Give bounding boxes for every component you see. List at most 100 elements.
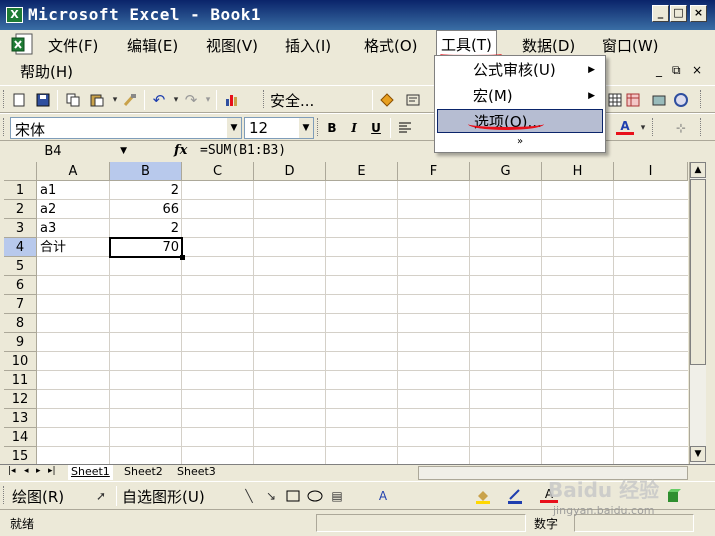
security-icon[interactable] xyxy=(378,91,396,109)
align-left-icon[interactable] xyxy=(396,119,414,137)
wordart-icon[interactable]: A xyxy=(374,487,392,505)
column-header-h[interactable]: H xyxy=(542,162,614,181)
cell-a3[interactable]: a3 xyxy=(37,219,109,238)
copy-icon[interactable] xyxy=(64,91,82,109)
row-header[interactable]: 6 xyxy=(4,276,37,295)
table-icon[interactable] xyxy=(606,91,624,109)
textbox-icon[interactable]: ▤ xyxy=(328,487,346,505)
toolbar-options-icon[interactable] xyxy=(700,90,703,108)
row-header[interactable]: 1 xyxy=(4,181,37,200)
security-button[interactable]: 安全... xyxy=(270,91,350,110)
cell-b1[interactable]: 2 xyxy=(110,181,182,200)
menu-item-macro[interactable]: 宏(M) ▶ xyxy=(437,84,603,108)
pivot-icon[interactable] xyxy=(624,91,642,109)
chevron-down-icon[interactable]: ▼ xyxy=(299,118,313,138)
workbook-restore-button[interactable]: ⧉ xyxy=(672,63,681,78)
menu-insert[interactable]: 插入(I) xyxy=(285,35,331,56)
menu-view[interactable]: 视图(V) xyxy=(206,35,258,56)
font-name-select[interactable]: 宋体 ▼ xyxy=(10,117,242,139)
workbook-close-button[interactable]: × xyxy=(692,63,702,77)
cell-b2[interactable]: 66 xyxy=(110,200,182,219)
maximize-button[interactable]: □ xyxy=(670,5,687,22)
workbook-icon[interactable] xyxy=(10,33,36,57)
font-color-dropdown-icon[interactable]: ▾ xyxy=(634,119,652,137)
excel-app-icon[interactable]: X xyxy=(6,7,23,23)
cell-a4[interactable]: 合计 xyxy=(37,238,109,257)
column-header-e[interactable]: E xyxy=(326,162,398,181)
drawing-icon[interactable] xyxy=(650,91,668,109)
italic-button[interactable]: I xyxy=(345,119,363,137)
row-header[interactable]: 13 xyxy=(4,409,37,428)
line-color-icon[interactable] xyxy=(506,487,524,505)
workbook-minimize-button[interactable]: _ xyxy=(656,63,662,77)
row-header[interactable]: 4 xyxy=(4,238,37,257)
menu-data[interactable]: 数据(D) xyxy=(522,35,575,56)
column-header-b[interactable]: B xyxy=(110,162,182,181)
underline-button[interactable]: U xyxy=(367,119,385,137)
toolbar-grip[interactable] xyxy=(3,118,6,136)
insert-function-icon[interactable]: fx xyxy=(174,143,187,158)
row-header[interactable]: 14 xyxy=(4,428,37,447)
row-header[interactable]: 11 xyxy=(4,371,37,390)
column-header-i[interactable]: I xyxy=(614,162,688,181)
column-header-c[interactable]: C xyxy=(182,162,254,181)
indent-icon[interactable]: ⊹ xyxy=(672,119,690,137)
select-pointer-icon[interactable]: ➚ xyxy=(92,487,110,505)
row-header[interactable]: 12 xyxy=(4,390,37,409)
worksheet-grid[interactable]: A B C D E F G H I 1 2 3 4 5 6 7 8 9 10 1… xyxy=(4,162,688,464)
undo-icon[interactable]: ↶ xyxy=(150,91,168,109)
row-header[interactable]: 9 xyxy=(4,333,37,352)
sheet-tab-sheet3[interactable]: Sheet3 xyxy=(174,465,219,480)
font-size-select[interactable]: 12 ▼ xyxy=(244,117,314,139)
fill-color-icon[interactable] xyxy=(474,487,492,505)
prev-sheet-icon[interactable]: ◂ xyxy=(24,466,29,476)
redo-icon[interactable]: ↷ xyxy=(182,91,200,109)
row-header[interactable]: 8 xyxy=(4,314,37,333)
paste-icon[interactable] xyxy=(88,91,106,109)
format-painter-icon[interactable] xyxy=(121,91,139,109)
scroll-thumb[interactable] xyxy=(690,179,706,365)
row-header[interactable]: 10 xyxy=(4,352,37,371)
name-box[interactable]: B4 ▼ xyxy=(3,142,133,161)
rectangle-icon[interactable] xyxy=(284,487,302,505)
menu-help[interactable]: 帮助(H) xyxy=(20,61,73,82)
chevron-down-icon[interactable]: ▼ xyxy=(227,118,241,138)
menu-item-formula-auditing[interactable]: 公式审核(U) ▶ xyxy=(437,58,603,82)
bold-button[interactable]: B xyxy=(323,119,341,137)
active-cell-outline[interactable] xyxy=(109,237,185,260)
font-color-button[interactable]: A xyxy=(616,119,634,135)
minimize-button[interactable]: _ xyxy=(652,5,669,22)
sheet-tab-sheet1[interactable]: Sheet1 xyxy=(68,465,113,480)
last-sheet-icon[interactable]: ▸| xyxy=(48,466,56,476)
sheet-tab-sheet2[interactable]: Sheet2 xyxy=(121,465,166,480)
row-header[interactable]: 15 xyxy=(4,447,37,464)
new-icon[interactable] xyxy=(10,91,28,109)
3d-icon[interactable] xyxy=(665,487,683,505)
chevron-down-icon[interactable]: ▼ xyxy=(120,142,127,161)
toolbar-grip[interactable] xyxy=(317,118,320,136)
select-all-corner[interactable] xyxy=(4,162,37,181)
column-header-f[interactable]: F xyxy=(398,162,470,181)
column-header-g[interactable]: G xyxy=(470,162,542,181)
oval-icon[interactable] xyxy=(306,487,324,505)
first-sheet-icon[interactable]: |◂ xyxy=(8,466,16,476)
menu-file[interactable]: 文件(F) xyxy=(48,35,98,56)
toolbar-grip[interactable] xyxy=(3,486,6,504)
expand-menu-icon[interactable]: » xyxy=(435,136,605,147)
toolbar-grip[interactable] xyxy=(652,118,655,136)
scroll-down-icon[interactable]: ▼ xyxy=(690,446,706,462)
line-icon[interactable]: ╲ xyxy=(240,487,258,505)
cell-a2[interactable]: a2 xyxy=(37,200,109,219)
toolbar-grip[interactable] xyxy=(3,90,6,108)
draw-menu-button[interactable]: 绘图(R) xyxy=(12,487,82,506)
cell-a1[interactable]: a1 xyxy=(37,181,109,200)
menu-format[interactable]: 格式(O) xyxy=(364,35,418,56)
forms-icon[interactable] xyxy=(404,91,422,109)
cell-b3[interactable]: 2 xyxy=(110,219,182,238)
arrow-icon[interactable]: ↘ xyxy=(262,487,280,505)
column-header-d[interactable]: D xyxy=(254,162,326,181)
next-sheet-icon[interactable]: ▸ xyxy=(36,466,41,476)
save-icon[interactable] xyxy=(34,91,52,109)
chart-icon[interactable] xyxy=(224,91,242,109)
close-button[interactable]: × xyxy=(690,5,707,22)
